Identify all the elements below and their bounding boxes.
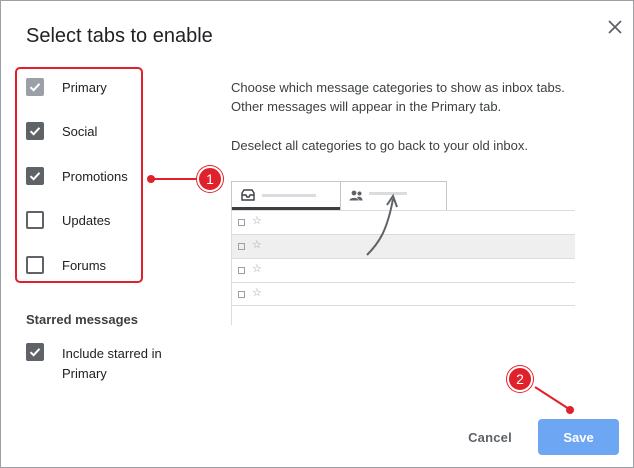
preview-tab-strip: [231, 181, 447, 210]
annotation-marker-2: 2: [507, 366, 533, 392]
description: Choose which message categories to show …: [231, 78, 571, 155]
mini-checkbox: [238, 219, 245, 226]
inbox-preview-illustration: ☆ ☆ ☆ ☆: [231, 181, 575, 325]
include-starred-option[interactable]: Include starred in Primary: [26, 342, 162, 381]
preview-left-edge: [231, 210, 232, 325]
dialog-title: Select tabs to enable: [26, 25, 213, 47]
mini-checkbox: [238, 243, 245, 250]
check-icon: [29, 348, 41, 357]
description-line-2: Deselect all categories to go back to yo…: [231, 138, 529, 153]
inbox-icon: [241, 189, 255, 201]
cancel-button[interactable]: Cancel: [461, 419, 519, 455]
save-button[interactable]: Save: [538, 419, 619, 455]
preview-tab-primary: [232, 182, 340, 210]
include-starred-checkbox[interactable]: [26, 343, 44, 361]
annotation-marker-1: 1: [197, 166, 223, 192]
curved-arrow-icon: [366, 193, 398, 256]
star-icon: ☆: [252, 215, 262, 227]
include-starred-label: Include starred in Primary: [62, 346, 162, 381]
star-icon: ☆: [252, 239, 262, 251]
preview-tab-label-bar: [262, 194, 316, 197]
annotation-line-2: [534, 386, 574, 414]
preview-row: ☆: [231, 282, 575, 306]
close-icon[interactable]: [603, 15, 627, 39]
mini-checkbox: [238, 291, 245, 298]
categories-highlight-box: [15, 67, 143, 283]
tabs-dialog: Select tabs to enable Primary Social Pro…: [0, 0, 634, 468]
description-line-1: Choose which message categories to show …: [231, 80, 565, 114]
mini-checkbox: [238, 267, 245, 274]
preview-row: ☆: [231, 258, 575, 282]
starred-heading: Starred messages: [26, 312, 139, 327]
star-icon: ☆: [252, 287, 262, 299]
star-icon: ☆: [252, 263, 262, 275]
